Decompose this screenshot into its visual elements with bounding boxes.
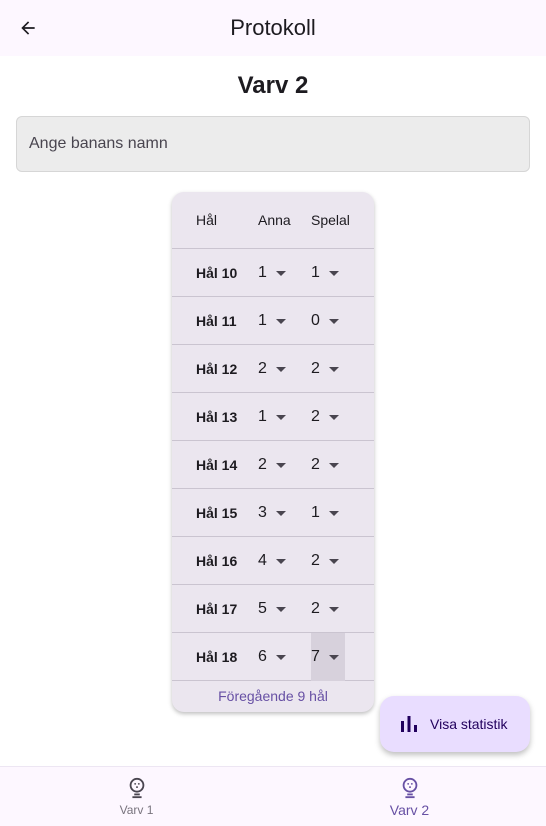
dropdown-arrow-icon bbox=[329, 414, 339, 420]
score-value: 3 bbox=[258, 504, 267, 521]
app-bar: Protokoll bbox=[0, 0, 546, 56]
header-player2: Spelal bbox=[311, 212, 350, 228]
table-row: Hål 16 4 2 bbox=[172, 537, 374, 585]
dropdown-arrow-icon bbox=[276, 606, 286, 612]
score-value: 2 bbox=[311, 408, 320, 425]
score-value: 7 bbox=[311, 648, 320, 665]
table-header: Hål Anna Spelal bbox=[172, 192, 374, 249]
score-value: 2 bbox=[311, 600, 320, 617]
dropdown-arrow-icon bbox=[276, 366, 286, 372]
dropdown-arrow-icon bbox=[276, 558, 286, 564]
page-title: Protokoll bbox=[230, 15, 316, 40]
hole-label: Hål 18 bbox=[196, 649, 238, 665]
player1-score-dropdown[interactable]: 6 bbox=[258, 633, 292, 681]
dropdown-arrow-icon bbox=[276, 270, 286, 276]
player2-score-dropdown[interactable]: 1 bbox=[311, 249, 345, 297]
player2-score-dropdown[interactable]: 2 bbox=[311, 585, 345, 633]
hole-label: Hål 10 bbox=[196, 265, 238, 281]
bottom-navigation: Varv 1 Varv 2 bbox=[0, 766, 546, 826]
player2-score-dropdown[interactable]: 7 bbox=[311, 633, 345, 681]
header-hole: Hål bbox=[196, 212, 218, 228]
score-value: 2 bbox=[258, 360, 267, 377]
score-value: 1 bbox=[258, 312, 267, 329]
score-value: 2 bbox=[311, 456, 320, 473]
dropdown-arrow-icon bbox=[329, 654, 339, 660]
score-value: 2 bbox=[258, 456, 267, 473]
player2-score-dropdown[interactable]: 2 bbox=[311, 441, 345, 489]
score-value: 1 bbox=[258, 264, 267, 281]
score-value: 2 bbox=[311, 552, 320, 569]
show-statistics-button[interactable]: Visa statistik bbox=[380, 696, 530, 752]
table-row: Hål 15 3 1 bbox=[172, 489, 374, 537]
dropdown-arrow-icon bbox=[276, 414, 286, 420]
hole-label: Hål 13 bbox=[196, 409, 238, 425]
score-value: 1 bbox=[311, 504, 320, 521]
player1-score-dropdown[interactable]: 4 bbox=[258, 537, 292, 585]
score-value: 2 bbox=[311, 360, 320, 377]
hole-label: Hål 12 bbox=[196, 361, 238, 377]
hole-label: Hål 17 bbox=[196, 601, 238, 617]
dropdown-arrow-icon bbox=[329, 462, 339, 468]
player2-score-dropdown[interactable]: 0 bbox=[311, 297, 345, 345]
hole-label: Hål 11 bbox=[196, 313, 237, 329]
table-row: Hål 18 6 7 bbox=[172, 633, 374, 681]
dropdown-arrow-icon bbox=[276, 510, 286, 516]
score-value: 4 bbox=[258, 552, 267, 569]
player2-score-dropdown[interactable]: 2 bbox=[311, 393, 345, 441]
nav-item-varv-2[interactable]: Varv 2 bbox=[273, 767, 546, 826]
player1-score-dropdown[interactable]: 2 bbox=[258, 345, 292, 393]
hole-label: Hål 15 bbox=[196, 505, 238, 521]
header-player1: Anna bbox=[258, 212, 291, 228]
round-title: Varv 2 bbox=[237, 72, 309, 99]
nav-label: Varv 2 bbox=[389, 802, 430, 818]
table-row: Hål 17 5 2 bbox=[172, 585, 374, 633]
player1-score-dropdown[interactable]: 1 bbox=[258, 249, 292, 297]
score-value: 1 bbox=[258, 408, 267, 425]
hole-label: Hål 14 bbox=[196, 457, 238, 473]
score-value: 6 bbox=[258, 648, 267, 665]
table-row: Hål 14 2 2 bbox=[172, 441, 374, 489]
dropdown-arrow-icon bbox=[329, 270, 339, 276]
dropdown-arrow-icon bbox=[329, 366, 339, 372]
player2-score-dropdown[interactable]: 2 bbox=[311, 537, 345, 585]
course-name-input[interactable] bbox=[16, 116, 530, 172]
hole-label: Hål 16 bbox=[196, 553, 238, 569]
nav-item-varv-1[interactable]: Varv 1 bbox=[0, 767, 273, 826]
score-value: 1 bbox=[311, 264, 320, 281]
dropdown-arrow-icon bbox=[276, 462, 286, 468]
player1-score-dropdown[interactable]: 2 bbox=[258, 441, 292, 489]
scorecard-table: Hål Anna Spelal Hål 10 1 1 Hål 11 1 0 Hå… bbox=[172, 192, 374, 712]
previous-holes-link[interactable]: Föregående 9 hål bbox=[172, 688, 374, 704]
dropdown-arrow-icon bbox=[276, 318, 286, 324]
golf-icon bbox=[402, 777, 417, 799]
player1-score-dropdown[interactable]: 3 bbox=[258, 489, 292, 537]
fab-label: Visa statistik bbox=[430, 716, 508, 732]
dropdown-arrow-icon bbox=[329, 606, 339, 612]
nav-label: Varv 1 bbox=[119, 803, 154, 817]
table-row: Hål 10 1 1 bbox=[172, 249, 374, 297]
score-value: 0 bbox=[311, 312, 320, 329]
golf-icon bbox=[129, 777, 144, 799]
dropdown-arrow-icon bbox=[329, 558, 339, 564]
player1-score-dropdown[interactable]: 1 bbox=[258, 297, 292, 345]
table-row: Hål 13 1 2 bbox=[172, 393, 374, 441]
score-value: 5 bbox=[258, 600, 267, 617]
bar-chart-icon bbox=[401, 716, 417, 732]
player1-score-dropdown[interactable]: 5 bbox=[258, 585, 292, 633]
player1-score-dropdown[interactable]: 1 bbox=[258, 393, 292, 441]
player2-score-dropdown[interactable]: 2 bbox=[311, 345, 345, 393]
dropdown-arrow-icon bbox=[329, 510, 339, 516]
table-row: Hål 12 2 2 bbox=[172, 345, 374, 393]
player2-score-dropdown[interactable]: 1 bbox=[311, 489, 345, 537]
dropdown-arrow-icon bbox=[276, 654, 286, 660]
table-row: Hål 11 1 0 bbox=[172, 297, 374, 345]
dropdown-arrow-icon bbox=[329, 318, 339, 324]
